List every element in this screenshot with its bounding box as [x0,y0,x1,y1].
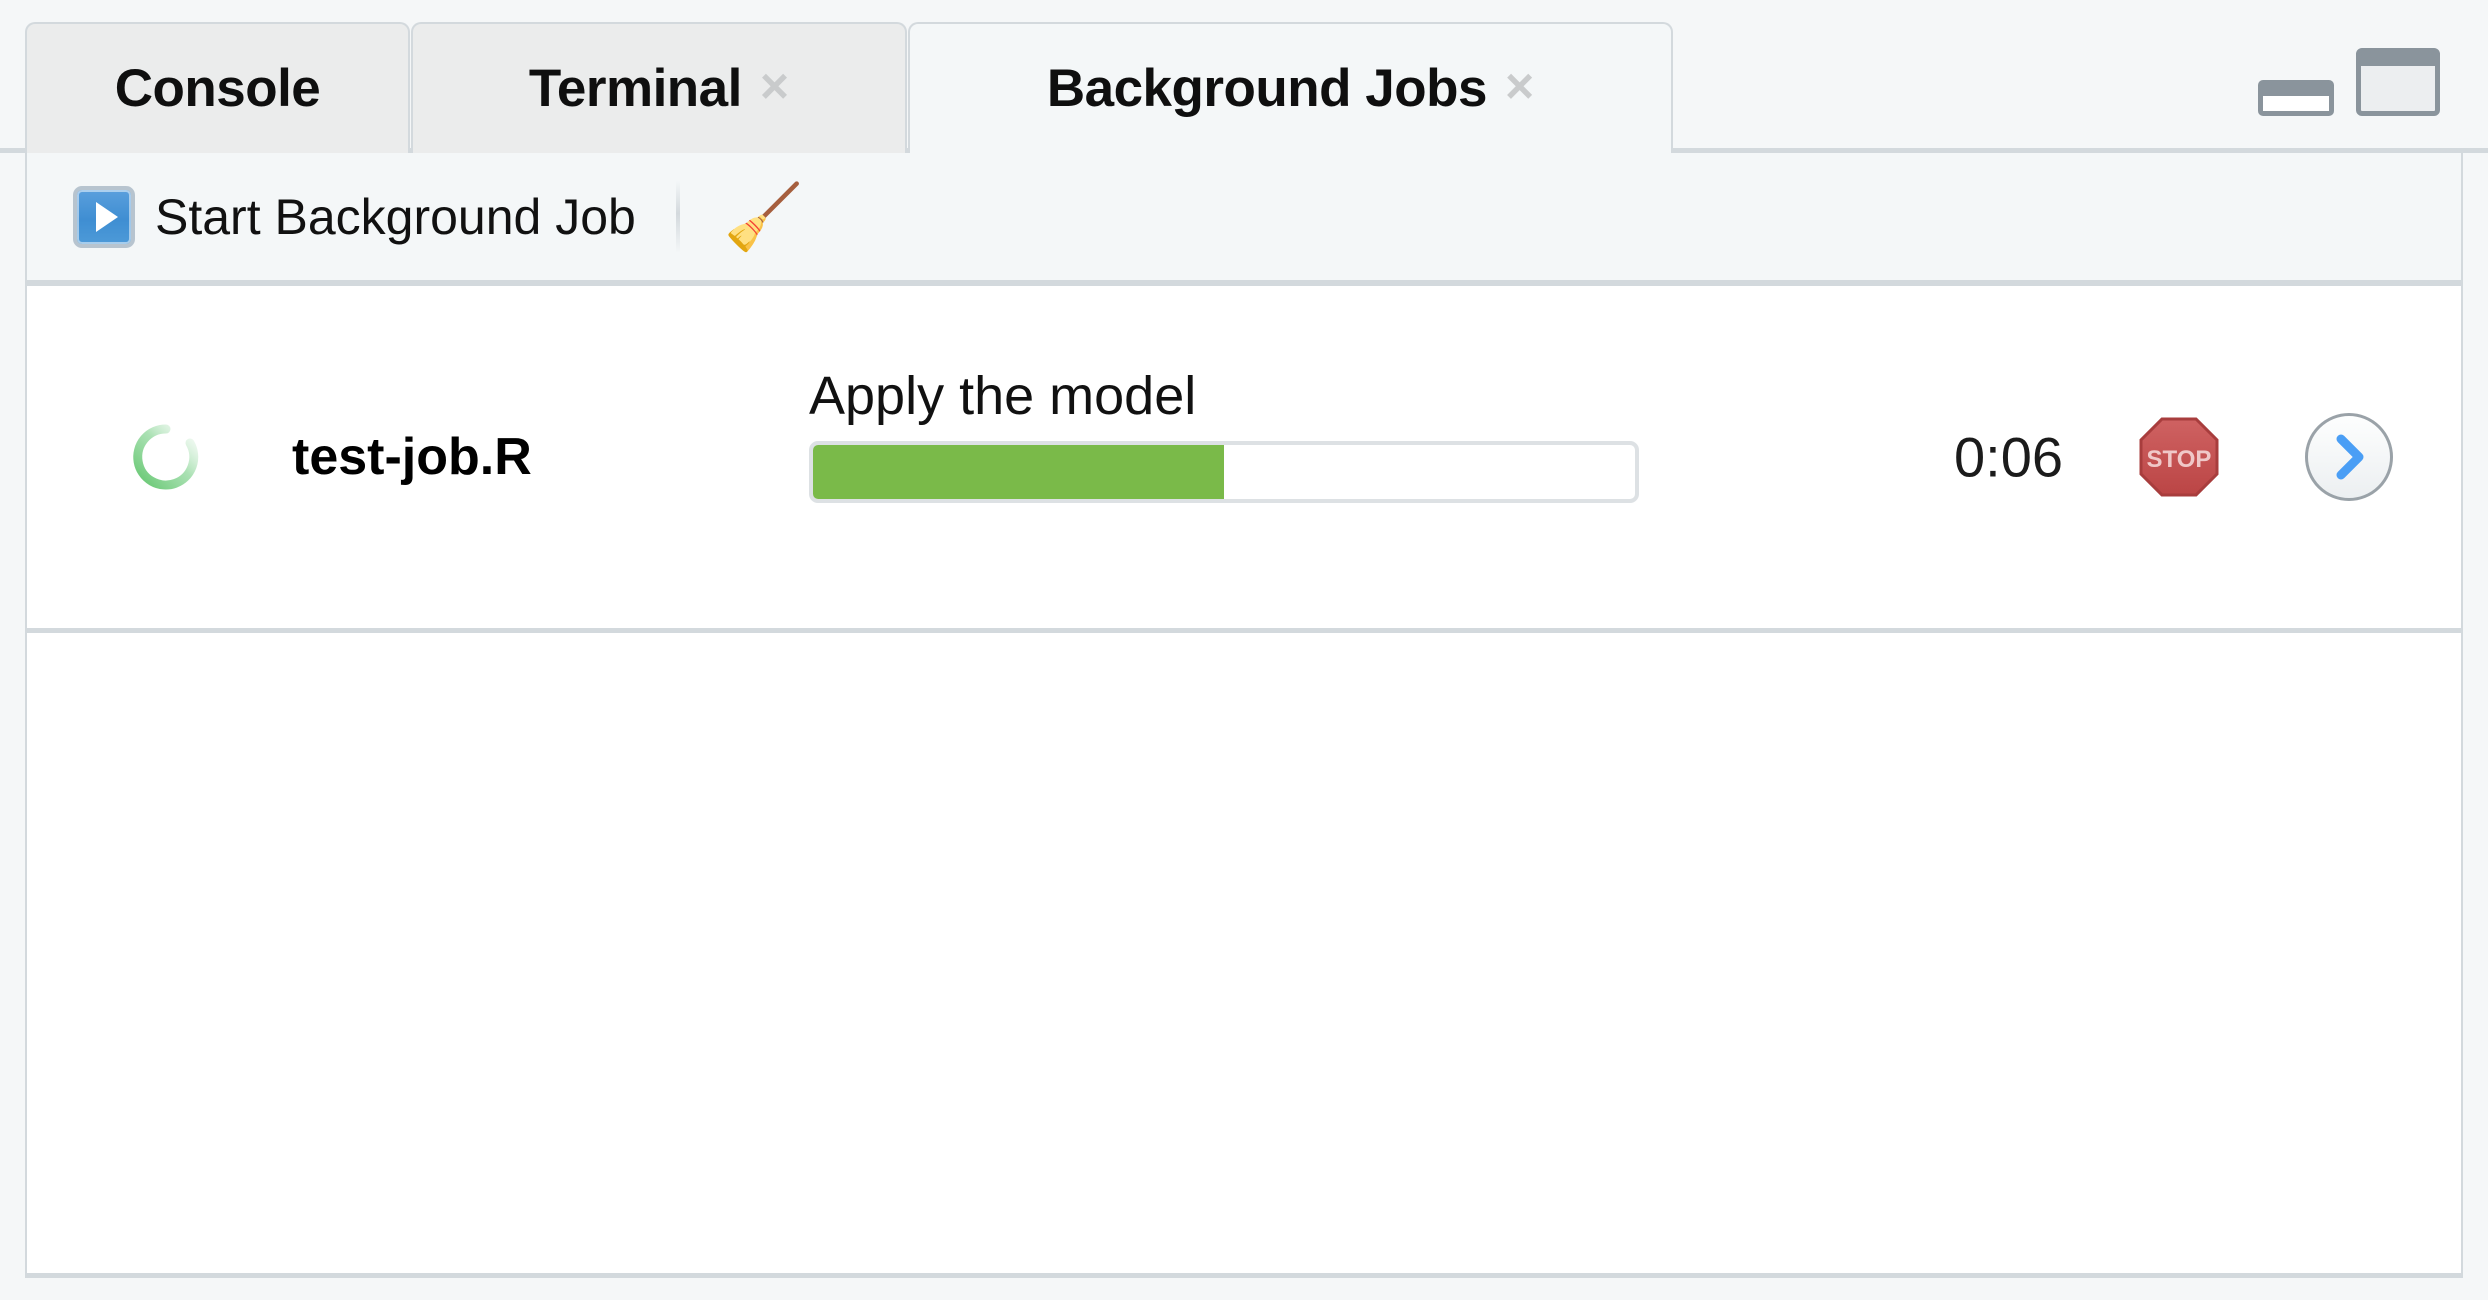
tab-console[interactable]: Console [25,22,410,153]
maximize-pane-icon[interactable] [2356,48,2440,116]
spinner-icon [133,424,199,490]
start-background-job-label: Start Background Job [155,188,636,245]
toolbar-separator [675,180,680,253]
broom-icon[interactable]: 🧹 [724,185,804,249]
chevron-right-icon[interactable] [2305,413,2393,501]
start-background-job-button[interactable]: Start Background Job [73,153,636,280]
tab-terminal-label: Terminal [528,59,742,118]
job-progress-track [809,441,1639,503]
tab-background-jobs[interactable]: Background Jobs × [908,22,1673,153]
job-progress-fill [813,445,1224,499]
svg-text:STOP: STOP [2147,446,2212,473]
jobs-list-empty-area [27,633,2461,1273]
job-progress: Apply the model [809,365,1639,503]
tab-background-jobs-label: Background Jobs [1046,59,1488,118]
jobs-list: test-job.R Apply the model 0:06 STOP [25,286,2463,1278]
stop-icon[interactable]: STOP [2137,415,2221,499]
job-elapsed-time: 0:06 [1954,425,2063,489]
background-jobs-pane: Console Terminal × Background Jobs × Sta… [0,0,2488,1300]
job-progress-label: Apply the model [809,366,1197,426]
job-row[interactable]: test-job.R Apply the model 0:06 STOP [27,286,2461,633]
pane-window-controls [2258,48,2440,116]
tab-terminal[interactable]: Terminal × [411,22,907,153]
play-icon [73,185,135,248]
jobs-toolbar: Start Background Job 🧹 [25,153,2463,286]
chevron-right-glyph [2336,434,2364,480]
minimize-pane-icon[interactable] [2258,80,2334,116]
tab-console-label: Console [114,59,321,118]
close-icon[interactable]: × [1505,61,1534,111]
job-name: test-job.R [292,428,532,486]
tab-strip: Console Terminal × Background Jobs × [0,0,2488,153]
close-icon[interactable]: × [760,61,789,111]
